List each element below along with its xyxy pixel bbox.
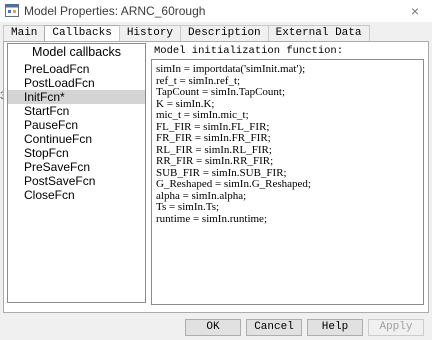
title-bar: Model Properties: ARNC_60rough × (0, 0, 432, 22)
callback-item-preloadfcn[interactable]: PreLoadFcn (8, 62, 145, 76)
callbacks-list-header: Model callbacks (32, 45, 121, 59)
callbacks-list: Model callbacks PreLoadFcn PostLoadFcn I… (7, 43, 146, 303)
code-line: runtime = simIn.runtime; (156, 212, 267, 225)
tab-description[interactable]: Description (180, 25, 269, 41)
callback-item-postloadfcn[interactable]: PostLoadFcn (8, 76, 145, 90)
code-line: G_Reshaped = simIn.G_Reshaped; (156, 178, 311, 190)
tab-bar: Main Callbacks History Description Exter… (3, 25, 370, 42)
code-line: mic_t = simIn.mic_t; (156, 109, 249, 121)
code-line: Ts = simIn.Ts; (156, 201, 220, 213)
apply-button: Apply (368, 319, 424, 336)
cancel-button[interactable]: Cancel (246, 319, 302, 336)
tab-external-data[interactable]: External Data (267, 25, 370, 41)
callback-item-initfcn[interactable]: InitFcn* (8, 90, 145, 104)
tab-callbacks[interactable]: Callbacks (44, 25, 120, 42)
callback-item-presavefcn[interactable]: PreSaveFcn (8, 160, 145, 174)
code-line: TapCount = simIn.TapCount; (156, 86, 286, 98)
window-title: Model Properties: ARNC_60rough (24, 4, 206, 18)
callback-item-pausefcn[interactable]: PauseFcn (8, 118, 145, 132)
tab-history[interactable]: History (118, 25, 182, 41)
simulink-model-icon (5, 4, 19, 17)
tab-main[interactable]: Main (3, 25, 46, 41)
code-line: simIn = importdata('simInit.mat'); (156, 63, 306, 75)
code-line: RR_FIR = simIn.RR_FIR; (156, 155, 274, 167)
editor-label: Model initialization function: (154, 45, 344, 57)
callback-code-editor[interactable]: simIn = importdata('simInit.mat'); ref_t… (151, 59, 424, 305)
callback-item-postsavefcn[interactable]: PostSaveFcn (8, 174, 145, 188)
callback-item-continuefcn[interactable]: ContinueFcn (8, 132, 145, 146)
close-icon[interactable]: × (406, 2, 424, 20)
ok-button[interactable]: OK (185, 319, 241, 336)
code-line: FR_FIR = simIn.FR_FIR; (156, 132, 271, 144)
callback-item-startfcn[interactable]: StartFcn (8, 104, 145, 118)
callback-item-stopfcn[interactable]: StopFcn (8, 146, 145, 160)
help-button[interactable]: Help (307, 319, 363, 336)
callback-item-closefcn[interactable]: CloseFcn (8, 188, 145, 202)
